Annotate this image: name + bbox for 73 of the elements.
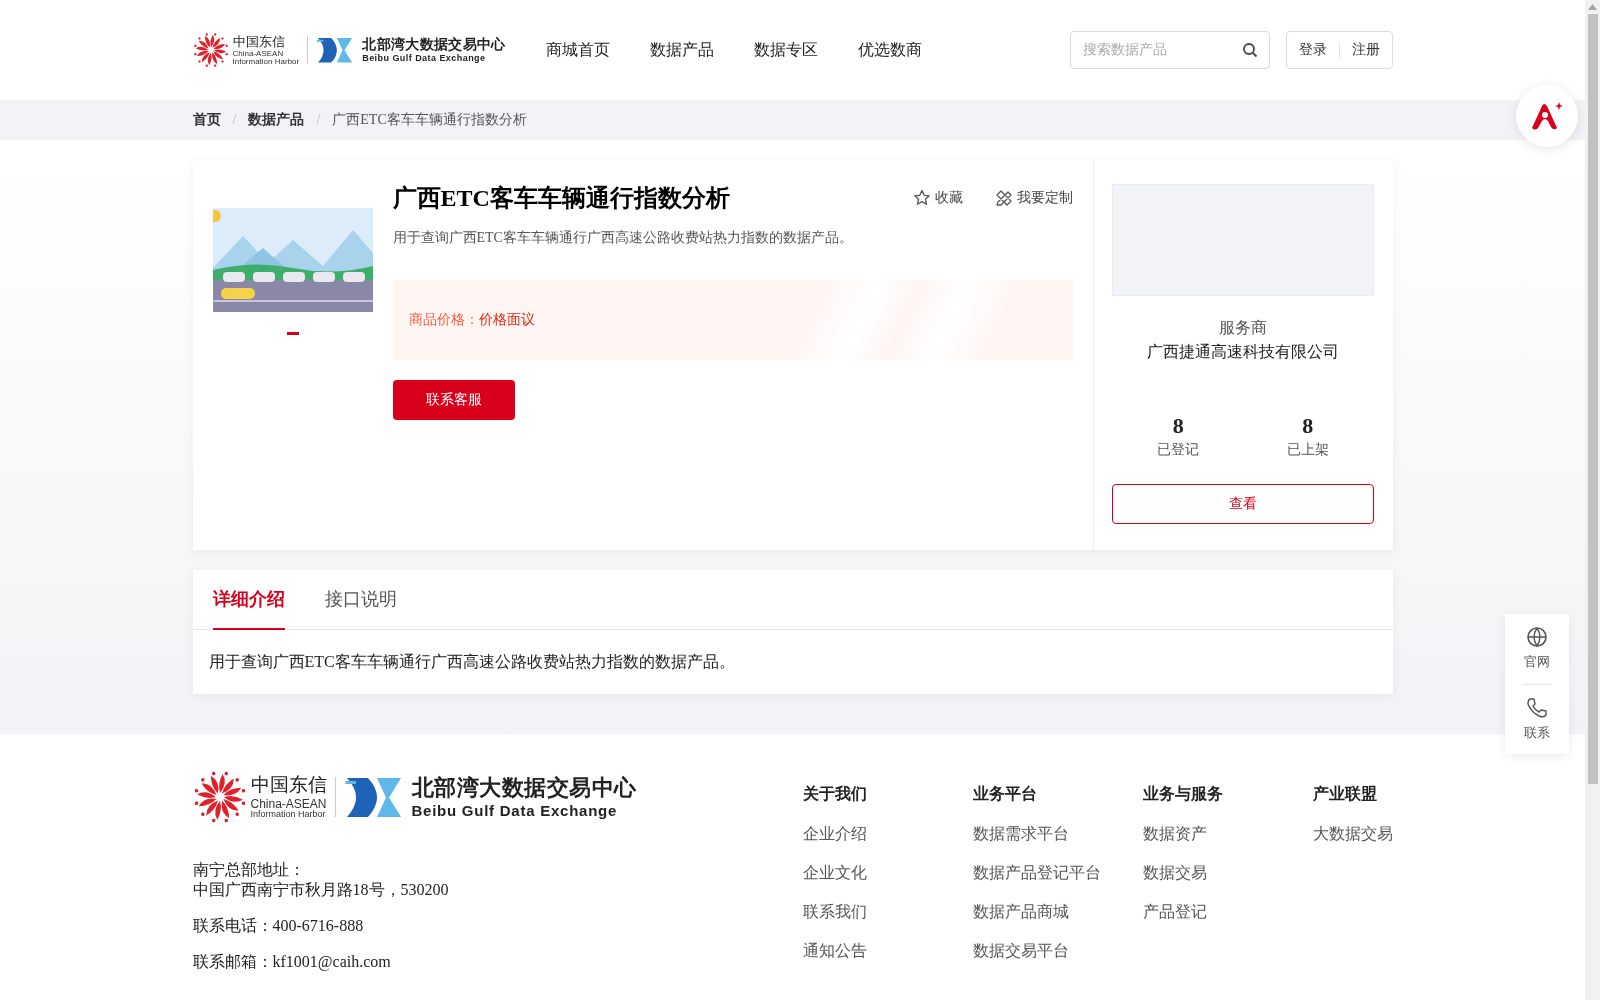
globe-icon <box>1526 626 1548 648</box>
contact-link[interactable]: 联系 <box>1524 696 1550 742</box>
breadcrumb-item[interactable]: 首页 <box>192 110 221 130</box>
pencil-ruler-icon <box>994 189 1013 207</box>
footer-link[interactable]: 数据交易 <box>1142 861 1313 885</box>
footer-link[interactable]: 数据产品登记平台 <box>972 861 1143 885</box>
favorite-button[interactable]: 收藏 <box>912 188 963 208</box>
flower-logo-icon <box>192 770 247 824</box>
website-link[interactable]: 官网 <box>1524 626 1550 672</box>
footer-link[interactable]: 联系我们 <box>802 900 973 924</box>
address-label: 南宁总部地址： <box>192 860 306 880</box>
logo-text: 中国东信 <box>232 34 286 48</box>
price-value: 价格面议 <box>478 311 535 329</box>
phone-icon <box>1526 696 1548 719</box>
provider-name: 广西捷通高速科技有限公司 <box>1147 342 1339 362</box>
search-icon[interactable] <box>1241 42 1258 58</box>
exchange-logo-icon <box>316 35 355 65</box>
flower-logo-icon <box>192 32 229 68</box>
tab[interactable]: 详细介绍 <box>212 570 285 630</box>
logo-text: China-ASEAN <box>250 798 327 810</box>
logo-text: Information Harbor <box>232 57 300 66</box>
assistant-icon <box>1530 101 1564 131</box>
scrollbar[interactable] <box>1585 0 1600 1000</box>
view-button[interactable]: 查看 <box>1112 484 1374 524</box>
product-description: 用于查询广西ETC客车车辆通行广西高速公路收费站热力指数的数据产品。 <box>392 229 854 247</box>
breadcrumb-item: 广西ETC客车车辆通行指数分析 <box>332 111 527 129</box>
auth-link[interactable]: 注册 <box>1351 40 1380 60</box>
footer-link[interactable]: 企业介绍 <box>802 822 973 846</box>
breadcrumb-separator: / <box>232 111 237 129</box>
footer-heading: 业务与服务 <box>1142 784 1224 804</box>
nav-link[interactable]: 商城首页 <box>545 38 610 62</box>
logo-text: 北部湾大数据交易中心 <box>411 776 638 799</box>
detail-text: 用于查询广西ETC客车车辆通行广西高速公路收费站热力指数的数据产品。 <box>207 652 736 672</box>
footer-link[interactable]: 产品登记 <box>1142 900 1313 924</box>
footer-link[interactable]: 大数据交易 <box>1312 822 1393 846</box>
stat-value: 8 <box>1172 412 1184 440</box>
footer-link[interactable]: 通知公告 <box>802 939 973 963</box>
logo-text: Beibu Gulf Data Exchange <box>362 53 487 63</box>
phone-text: 联系电话：400-6716-888 <box>192 916 365 936</box>
footer-link[interactable]: 数据需求平台 <box>972 822 1143 846</box>
stat-value: 8 <box>1302 412 1314 440</box>
price-label: 商品价格： <box>408 311 479 329</box>
scrollbar-thumb[interactable] <box>1587 14 1598 784</box>
footer-heading: 业务平台 <box>972 784 1038 804</box>
provider-heading: 服务商 <box>1219 318 1267 338</box>
email-text: 联系邮箱：kf1001@caih.com <box>192 952 392 972</box>
nav-link[interactable]: 数据产品 <box>649 38 714 62</box>
breadcrumb-separator: / <box>316 111 321 129</box>
footer-link[interactable]: 数据交易平台 <box>972 939 1143 963</box>
footer-link[interactable]: 数据资产 <box>1142 822 1313 846</box>
search-field[interactable]: 搜索数据产品 <box>1069 31 1270 69</box>
breadcrumb-item[interactable]: 数据产品 <box>248 110 305 130</box>
footer-heading: 关于我们 <box>802 784 868 804</box>
star-icon <box>912 189 931 207</box>
customize-button[interactable]: 我要定制 <box>994 188 1073 208</box>
carousel-indicator[interactable] <box>286 332 299 335</box>
tab[interactable]: 接口说明 <box>324 570 397 630</box>
logo-text: China-ASEAN <box>232 49 285 58</box>
logo-text: Information Harbor <box>250 810 327 819</box>
product-title: 广西ETC客车车辆通行指数分析 <box>392 184 730 213</box>
address-text: 中国广西南宁市秋月路18号，530200 <box>192 880 450 900</box>
footer-link[interactable]: 企业文化 <box>802 861 973 885</box>
footer-heading: 产业联盟 <box>1312 784 1378 804</box>
logo-text: 中国东信 <box>250 775 327 794</box>
footer-link[interactable]: 数据产品商城 <box>972 900 1143 924</box>
stat-label: 已上架 <box>1286 441 1329 459</box>
auth-link[interactable]: 登录 <box>1298 40 1327 60</box>
nav-link[interactable]: 数据专区 <box>753 38 818 62</box>
logo-text: Beibu Gulf Data Exchange <box>411 802 619 818</box>
stat-label: 已登记 <box>1157 441 1200 459</box>
contact-service-button[interactable]: 联系客服 <box>392 380 515 420</box>
nav-link[interactable]: 优选数商 <box>857 38 922 62</box>
logo-text: 北部湾大数据交易中心 <box>362 37 506 52</box>
